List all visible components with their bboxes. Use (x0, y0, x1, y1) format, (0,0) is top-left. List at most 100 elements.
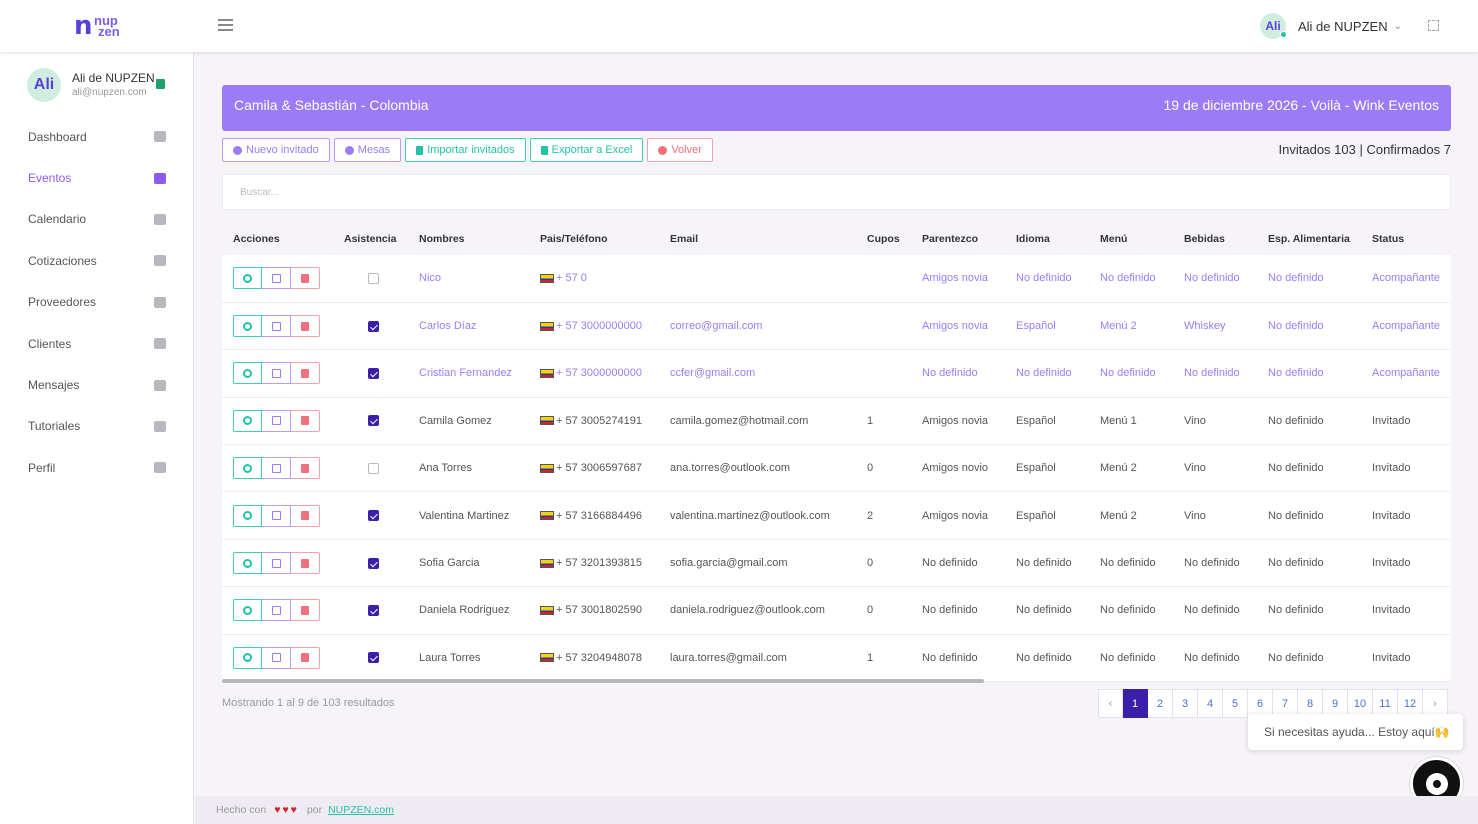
guest-email[interactable] (659, 255, 856, 302)
guest-status[interactable]: Acompañante (1361, 255, 1451, 302)
user-menu[interactable]: Ali Ali de NUPZEN ⌄ (1260, 13, 1402, 39)
attendance-checkbox[interactable] (368, 605, 379, 617)
page-button-2[interactable]: 2 (1148, 689, 1173, 718)
delete-button[interactable] (291, 315, 320, 338)
guest-name[interactable]: Nico (408, 255, 529, 302)
prev-page-button[interactable]: ‹ (1098, 689, 1123, 718)
guest-esp-alimentaria[interactable]: No definido (1257, 350, 1361, 397)
fullscreen-icon[interactable] (1428, 20, 1439, 31)
whatsapp-button[interactable] (233, 409, 262, 432)
whatsapp-button[interactable] (233, 504, 262, 527)
page-button-1[interactable]: 1 (1123, 689, 1148, 718)
guest-esp-alimentaria[interactable]: No definido (1257, 302, 1361, 349)
guest-menu[interactable]: Menú 2 (1089, 302, 1173, 349)
sidebar-item-perfil[interactable]: Perfil (0, 447, 194, 488)
horizontal-scrollbar[interactable] (222, 679, 984, 683)
guest-cupos[interactable] (856, 350, 911, 397)
export-excel-button[interactable]: Exportar a Excel (529, 138, 644, 162)
sidebar-item-clientes[interactable]: Clientes (0, 323, 194, 364)
guest-idioma: No definido (1016, 557, 1072, 570)
delete-button[interactable] (291, 457, 320, 480)
tables-button[interactable]: Mesas (333, 138, 402, 162)
sidebar-item-calendario[interactable]: Calendario (0, 199, 194, 240)
delete-button[interactable] (291, 504, 320, 527)
whatsapp-icon (243, 558, 252, 568)
guest-bebidas[interactable]: No definido (1173, 350, 1257, 397)
guest-parentezco[interactable]: Amigos novia (911, 302, 1005, 349)
guest-cupos[interactable] (856, 302, 911, 349)
guest-phone[interactable]: + 57 3000000000 (529, 350, 659, 397)
guest-idioma[interactable]: Español (1005, 302, 1089, 349)
guest-email[interactable]: ccfer@gmail.com (659, 350, 856, 397)
edit-button[interactable] (262, 552, 291, 575)
delete-button[interactable] (291, 646, 320, 669)
guest-status[interactable]: Acompañante (1361, 350, 1451, 397)
attendance-checkbox[interactable] (368, 462, 379, 474)
online-status-dot (1280, 31, 1287, 38)
guest-esp-alimentaria[interactable]: No definido (1257, 255, 1361, 302)
guest-cupos[interactable] (856, 255, 911, 302)
guest-name[interactable]: Carlos Díaz (408, 302, 529, 349)
page-button-3[interactable]: 3 (1173, 689, 1198, 718)
edit-button[interactable] (262, 599, 291, 622)
guest-phone[interactable]: + 57 3000000000 (529, 302, 659, 349)
page-button-5[interactable]: 5 (1223, 689, 1248, 718)
guest-idioma[interactable]: No definido (1005, 350, 1089, 397)
delete-button[interactable] (291, 267, 320, 290)
guest-name[interactable]: Cristian Fernandez (408, 350, 529, 397)
edit-button[interactable] (262, 315, 291, 338)
whatsapp-button[interactable] (233, 315, 262, 338)
nupzen-logo[interactable]: n nup zen (74, 13, 124, 40)
whatsapp-button[interactable] (233, 599, 262, 622)
footer-link[interactable]: NUPZEN.com (328, 804, 394, 816)
attendance-checkbox[interactable] (368, 273, 379, 285)
attendance-checkbox[interactable] (368, 320, 379, 332)
page-button-4[interactable]: 4 (1198, 689, 1223, 718)
guest-parentezco[interactable]: Amigos novia (911, 255, 1005, 302)
edit-button[interactable] (262, 504, 291, 527)
edit-button[interactable] (262, 362, 291, 385)
edit-button[interactable] (262, 457, 291, 480)
sidebar-item-cotizaciones[interactable]: Cotizaciones (0, 240, 194, 281)
guest-status[interactable]: Acompañante (1361, 302, 1451, 349)
whatsapp-button[interactable] (233, 646, 262, 669)
whatsapp-button[interactable] (233, 267, 262, 290)
help-bubble[interactable]: Si necesitas ayuda... Estoy aquí🙌 (1248, 714, 1463, 750)
guest-bebidas[interactable]: No definido (1173, 255, 1257, 302)
edit-button[interactable] (262, 409, 291, 432)
delete-button[interactable] (291, 552, 320, 575)
sidebar-item-dashboard[interactable]: Dashboard (0, 116, 194, 157)
guest-idioma[interactable]: No definido (1005, 255, 1089, 302)
attendance-checkbox[interactable] (368, 652, 379, 664)
attendance-checkbox[interactable] (368, 368, 379, 380)
attendance-checkbox[interactable] (368, 510, 379, 522)
attendance-checkbox[interactable] (368, 557, 379, 569)
delete-button[interactable] (291, 409, 320, 432)
guest-parentezco[interactable]: No definido (911, 350, 1005, 397)
attendance-checkbox[interactable] (368, 415, 379, 427)
sidebar-item-eventos[interactable]: Eventos (0, 157, 194, 198)
guest-phone[interactable]: + 57 0 (529, 255, 659, 302)
search-input[interactable] (222, 174, 1451, 210)
guest-bebidas[interactable]: Whiskey (1173, 302, 1257, 349)
guest-bebidas: No definido (1184, 557, 1240, 570)
new-guest-button[interactable]: Nuevo invitado (222, 138, 330, 162)
guest-menu[interactable]: No definido (1089, 255, 1173, 302)
guests-table: Acciones Asistencia Nombres Pais/Teléfono Em… (222, 222, 1451, 682)
import-guests-button[interactable]: Importar invitados (405, 138, 526, 162)
sidebar-item-mensajes[interactable]: Mensajes (0, 364, 194, 405)
whatsapp-button[interactable] (233, 362, 262, 385)
sidebar-item-tutoriales[interactable]: Tutoriales (0, 406, 194, 447)
edit-button[interactable] (262, 646, 291, 669)
back-button[interactable]: Volver (647, 138, 713, 162)
sidebar-item-proveedores[interactable]: Proveedores (0, 282, 194, 323)
guest-email[interactable]: correo@gmail.com (659, 302, 856, 349)
edit-button[interactable] (262, 267, 291, 290)
delete-button[interactable] (291, 599, 320, 622)
guest-menu[interactable]: No definido (1089, 350, 1173, 397)
whatsapp-button[interactable] (233, 552, 262, 575)
whatsapp-button[interactable] (233, 457, 262, 480)
delete-button[interactable] (291, 362, 320, 385)
menu-toggle-icon[interactable] (218, 19, 233, 31)
whatsapp-icon (243, 321, 252, 331)
